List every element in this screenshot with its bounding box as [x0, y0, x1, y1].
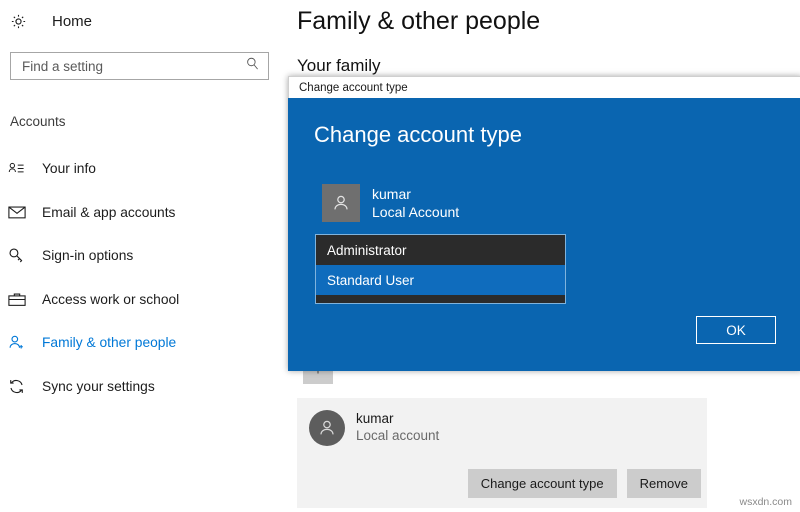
- search-input[interactable]: [22, 59, 245, 74]
- person-list-icon: [8, 161, 34, 176]
- sidebar-home-label: Home: [52, 13, 92, 30]
- dialog-user-names: kumar Local Account: [372, 185, 459, 221]
- change-account-type-button[interactable]: Change account type: [468, 469, 617, 498]
- section-heading-your-family: Your family: [297, 56, 380, 76]
- account-name: kumar: [356, 411, 439, 428]
- sidebar-item-access-work-school[interactable]: Access work or school: [0, 278, 290, 322]
- dialog-user-type: Local Account: [372, 203, 459, 221]
- sidebar-item-label: Family & other people: [42, 335, 176, 350]
- dialog-body: Change account type kumar Local Account …: [288, 98, 800, 371]
- remove-account-button[interactable]: Remove: [627, 469, 701, 498]
- key-icon: [8, 247, 34, 264]
- dialog-user-name: kumar: [372, 185, 459, 203]
- account-type-dropdown[interactable]: Administrator Standard User: [315, 234, 566, 304]
- sidebar-item-label: Email & app accounts: [42, 205, 175, 220]
- account-names: kumar Local account: [356, 411, 439, 445]
- sidebar-nav-list: Your info Email & app accounts Sign-in o…: [0, 147, 290, 408]
- sidebar-item-email-app-accounts[interactable]: Email & app accounts: [0, 191, 290, 235]
- person-icon: [309, 410, 345, 446]
- dialog-heading: Change account type: [314, 122, 522, 148]
- briefcase-icon: [8, 292, 34, 307]
- change-account-type-dialog: Change account type Change account type …: [288, 76, 800, 371]
- sidebar-item-label: Your info: [42, 161, 96, 176]
- dropdown-option-administrator[interactable]: Administrator: [316, 235, 565, 265]
- account-card-actions: Change account type Remove: [468, 469, 701, 498]
- sidebar-section-label: Accounts: [10, 114, 66, 129]
- page-title: Family & other people: [297, 7, 540, 36]
- dropdown-bottom-strip: [316, 295, 565, 303]
- account-row: kumar Local account: [297, 398, 707, 446]
- person-icon: [322, 184, 360, 222]
- account-card-kumar: kumar Local account Change account type …: [297, 398, 707, 508]
- settings-sidebar: Home Accounts Your info: [0, 0, 290, 512]
- ok-button[interactable]: OK: [696, 316, 776, 344]
- sidebar-item-label: Sync your settings: [42, 379, 155, 394]
- sidebar-item-sync-your-settings[interactable]: Sync your settings: [0, 365, 290, 409]
- dialog-titlebar-text: Change account type: [299, 82, 408, 94]
- dropdown-option-standard-user[interactable]: Standard User: [316, 265, 565, 295]
- envelope-icon: [8, 205, 34, 219]
- sidebar-item-home[interactable]: Home: [10, 8, 92, 34]
- sidebar-item-label: Sign-in options: [42, 248, 133, 263]
- gear-icon: [10, 13, 36, 30]
- account-type: Local account: [356, 428, 439, 445]
- sidebar-item-label: Access work or school: [42, 292, 179, 307]
- search-icon: [245, 56, 260, 76]
- dialog-user-row: kumar Local Account: [322, 184, 459, 222]
- person-add-icon: [8, 334, 34, 351]
- dialog-titlebar[interactable]: Change account type: [288, 76, 800, 98]
- search-box[interactable]: [10, 52, 269, 80]
- sidebar-item-your-info[interactable]: Your info: [0, 147, 290, 191]
- sidebar-item-sign-in-options[interactable]: Sign-in options: [0, 234, 290, 278]
- sidebar-item-family-other-people[interactable]: Family & other people: [0, 321, 290, 365]
- sync-icon: [8, 378, 34, 395]
- watermark: wsxdn.com: [739, 496, 792, 508]
